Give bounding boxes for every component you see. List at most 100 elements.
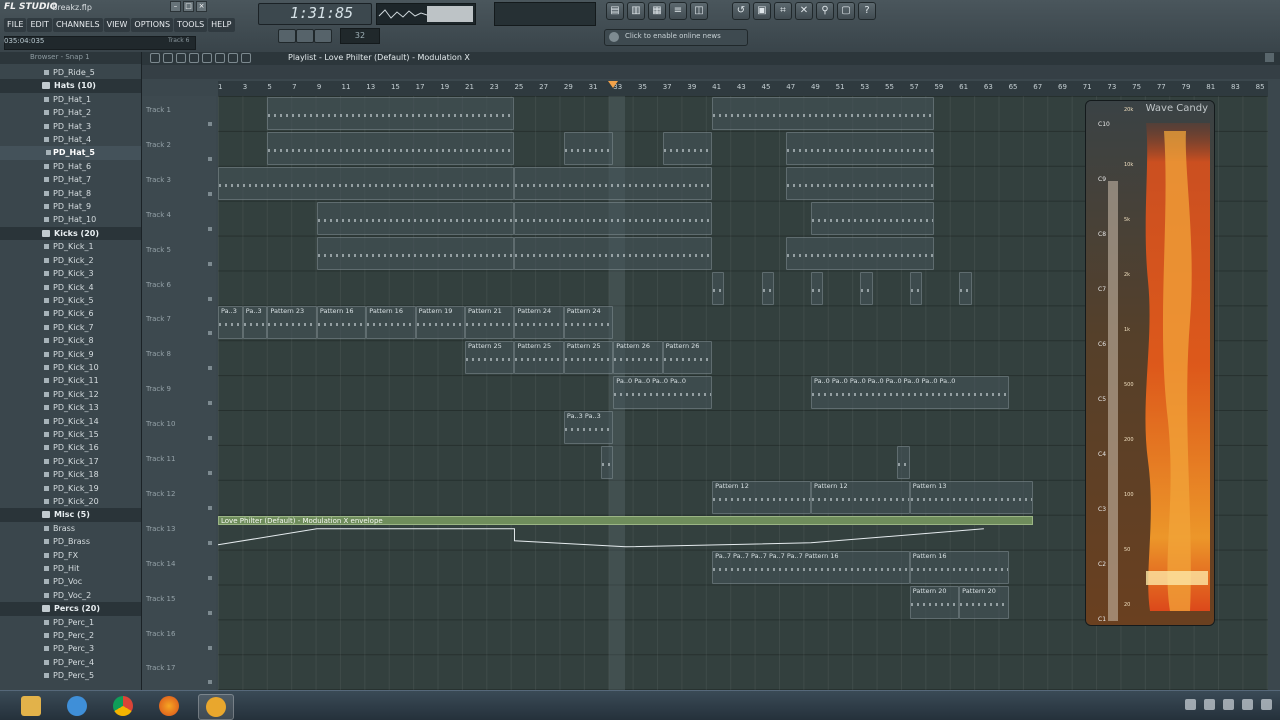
play-button[interactable] (278, 29, 296, 43)
search-icon[interactable]: ⚲ (816, 2, 834, 20)
track-label[interactable]: Track 15 (146, 595, 175, 603)
browser-file[interactable]: PD_Perc_2 (0, 629, 141, 642)
browser-file[interactable]: PD_Hat_7 (0, 173, 141, 186)
browser-file[interactable]: PD_Hat_5 (0, 146, 141, 160)
browser-file[interactable]: PD_Perc_5 (0, 669, 141, 682)
browser-file[interactable]: PD_Kick_12 (0, 388, 141, 401)
browser-file[interactable]: PD_Kick_6 (0, 307, 141, 320)
browser-file[interactable]: PD_Hat_10 (0, 213, 141, 226)
track-selector[interactable] (208, 645, 212, 650)
maximize-button[interactable]: □ (183, 1, 194, 12)
undo-icon[interactable]: ↺ (732, 2, 750, 20)
browser-file[interactable]: PD_Kick_2 (0, 254, 141, 267)
track-label[interactable]: Track 6 (146, 281, 171, 289)
browser-folder[interactable]: Misc (5) (0, 508, 141, 522)
draw-tool-icon[interactable] (150, 53, 160, 63)
track-label[interactable]: Track 4 (146, 211, 171, 219)
track-selector[interactable] (208, 610, 212, 615)
track-label[interactable]: Track 13 (146, 525, 175, 533)
close-button[interactable]: × (196, 1, 207, 12)
menu-tools[interactable]: TOOLS (174, 18, 208, 32)
track-selector[interactable] (208, 471, 212, 475)
playback-tool-icon[interactable] (241, 53, 251, 63)
track-label[interactable]: Track 11 (146, 455, 175, 463)
browser-file[interactable]: Brass (0, 522, 141, 535)
track-label[interactable]: Track 9 (146, 385, 171, 393)
options-icon[interactable]: ▢ (837, 2, 855, 20)
track-selector[interactable] (208, 436, 212, 441)
browser-file[interactable]: PD_Hat_3 (0, 120, 141, 133)
network-icon[interactable] (1223, 699, 1234, 710)
browser-file[interactable]: PD_Hit (0, 562, 141, 575)
browser-header[interactable]: Browser - Snap 1 (0, 52, 141, 64)
taskbar-fl-studio[interactable] (198, 694, 234, 720)
browser-file[interactable]: PD_Ride_5 (0, 66, 141, 79)
browser-file[interactable]: PD_Kick_18 (0, 468, 141, 481)
browser-file[interactable]: PD_Hat_2 (0, 106, 141, 119)
browser-file[interactable]: PD_Kick_15 (0, 428, 141, 441)
browser-file[interactable]: PD_Hat_8 (0, 187, 141, 200)
save-icon[interactable]: ▣ (753, 2, 771, 20)
track-selector[interactable] (208, 575, 212, 580)
channel-rack-icon[interactable]: ▦ (648, 2, 666, 20)
browser-file[interactable]: PD_Kick_13 (0, 401, 141, 414)
menu-edit[interactable]: EDIT (27, 18, 52, 32)
mixer-icon[interactable]: ≡ (669, 2, 687, 20)
track-label[interactable]: Track 8 (146, 350, 171, 358)
track-selector[interactable] (208, 261, 212, 266)
paint-tool-icon[interactable] (163, 53, 173, 63)
track-label[interactable]: Track 7 (146, 315, 171, 323)
browser-file[interactable]: PD_Perc_4 (0, 656, 141, 669)
browser-file[interactable]: PD_Kick_9 (0, 348, 141, 361)
browser-file[interactable]: PD_Kick_10 (0, 361, 141, 374)
browser-file[interactable]: PD_Perc_1 (0, 616, 141, 629)
track-selector[interactable] (208, 366, 212, 371)
track-label[interactable]: Track 1 (146, 106, 171, 114)
help-icon[interactable]: ? (858, 2, 876, 20)
piano-roll-icon[interactable]: ▥ (627, 2, 645, 20)
browser-file[interactable]: PD_Voc_2 (0, 589, 141, 602)
track-selector[interactable] (208, 156, 212, 161)
action-center-icon[interactable] (1204, 699, 1215, 710)
browser-folder[interactable]: Percs (20) (0, 602, 141, 616)
browser-file[interactable]: PD_Kick_19 (0, 482, 141, 495)
browser-file[interactable]: PD_Kick_20 (0, 495, 141, 508)
taskbar-internet-explorer[interactable] (60, 694, 94, 718)
browser-file[interactable]: PD_Voc (0, 575, 141, 588)
playlist-icon[interactable]: ▤ (606, 2, 624, 20)
cut-icon[interactable]: ✕ (795, 2, 813, 20)
browser-file[interactable]: PD_Kick_16 (0, 441, 141, 454)
track-label[interactable]: Track 10 (146, 420, 175, 428)
browser-file[interactable]: PD_Kick_14 (0, 415, 141, 428)
menu-help[interactable]: HELP (208, 18, 235, 32)
track-selector[interactable] (208, 401, 212, 406)
browser-file[interactable]: PD_Hat_4 (0, 133, 141, 146)
track-selector[interactable] (208, 122, 212, 126)
render-icon[interactable]: ⌗ (774, 2, 792, 20)
track-selector[interactable] (208, 680, 212, 685)
stop-button[interactable] (296, 29, 314, 43)
zoom-tool-icon[interactable] (228, 53, 238, 63)
browser-icon[interactable]: ◫ (690, 2, 708, 20)
browser-file[interactable]: PD_FX (0, 549, 141, 562)
track-label[interactable]: Track 5 (146, 246, 171, 254)
browser-file[interactable]: PD_Kick_7 (0, 321, 141, 334)
track-label[interactable]: Track 12 (146, 490, 175, 498)
browser-file[interactable]: PD_Hat_1 (0, 93, 141, 106)
browser-file[interactable]: PD_Kick_8 (0, 334, 141, 347)
track-label[interactable]: Track 17 (146, 664, 175, 672)
playhead-marker[interactable] (608, 81, 619, 88)
track-selector[interactable] (208, 505, 212, 510)
browser-file[interactable]: PD_Kick_5 (0, 294, 141, 307)
taskbar-firefox[interactable] (152, 694, 186, 718)
track-selector[interactable] (208, 296, 212, 301)
menu-channels[interactable]: CHANNELS (52, 18, 103, 32)
browser-folder[interactable]: Kicks (20) (0, 226, 141, 241)
minimize-button[interactable]: – (170, 1, 181, 12)
delete-tool-icon[interactable] (176, 53, 186, 63)
browser-file[interactable]: PD_Kick_1 (0, 240, 141, 253)
record-button[interactable] (314, 29, 332, 43)
taskbar-file-explorer[interactable] (14, 694, 48, 718)
track-label[interactable]: Track 3 (146, 176, 171, 184)
playlist-close-icon[interactable] (1265, 53, 1274, 62)
